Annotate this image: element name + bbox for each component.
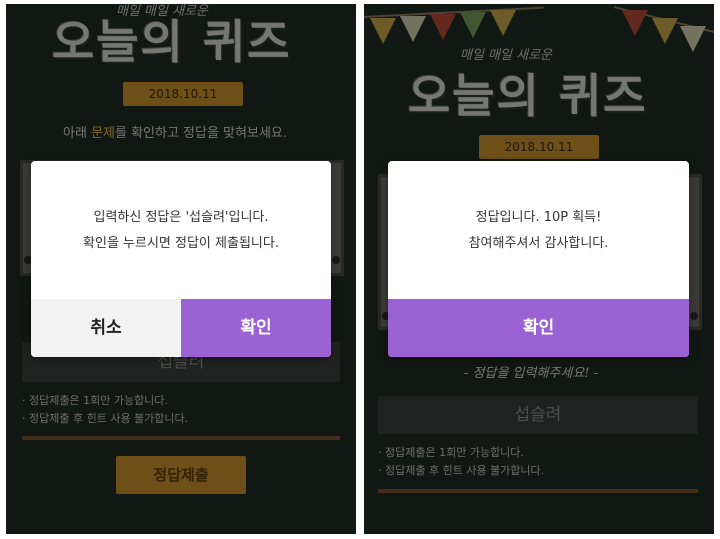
confirm-button[interactable]: 확인 — [388, 299, 689, 357]
confirm-button[interactable]: 확인 — [181, 299, 331, 357]
dialog-line: 확인을 누르시면 정답이 제출됩니다. — [83, 236, 279, 251]
result-dialog: 정답입니다. 10P 획득! 참여해주셔서 감사합니다. 확인 — [388, 161, 689, 357]
right-screen: 매일 매일 새로운 오늘의 퀴즈 2018.10.11 - 정답을 입력해주세요… — [364, 4, 714, 534]
cancel-button[interactable]: 취소 — [31, 299, 181, 357]
dialog-line: 참여해주셔서 감사합니다. — [468, 236, 609, 251]
dialog-line: 정답입니다. 10P 획득! — [475, 210, 602, 225]
confirm-dialog: 입력하신 정답은 '섭슬려'입니다. 확인을 누르시면 정답이 제출됩니다. 취… — [31, 161, 331, 357]
left-screen: 매일 매일 새로운 오늘의 퀴즈 2018.10.11 아래 문제를 확인하고 … — [6, 4, 356, 534]
dialog-message: 입력하신 정답은 '섭슬려'입니다. 확인을 누르시면 정답이 제출됩니다. — [31, 205, 331, 257]
dialog-line: 입력하신 정답은 '섭슬려'입니다. — [93, 210, 269, 225]
dialog-message: 정답입니다. 10P 획득! 참여해주셔서 감사합니다. — [388, 205, 689, 257]
